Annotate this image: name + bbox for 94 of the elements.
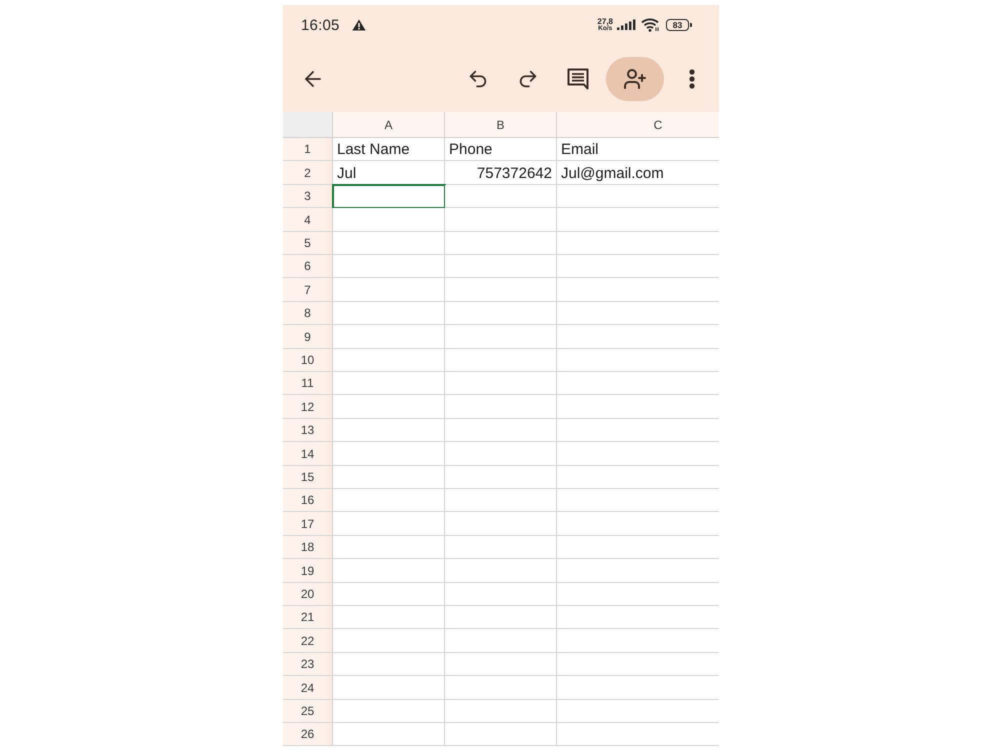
- warning-icon: [352, 19, 366, 31]
- table-cell[interactable]: [445, 536, 557, 559]
- row-header[interactable]: 20: [283, 583, 333, 606]
- table-cell[interactable]: [445, 676, 557, 700]
- table-cell[interactable]: [333, 442, 445, 466]
- table-cell[interactable]: [333, 723, 445, 746]
- more-icon: [689, 68, 695, 88]
- row-header[interactable]: 15: [283, 466, 333, 489]
- table-cell[interactable]: Phone: [445, 138, 557, 161]
- table-cell[interactable]: [333, 700, 445, 723]
- column-header[interactable]: A: [333, 112, 445, 138]
- row-header[interactable]: 14: [283, 442, 333, 466]
- add-person-icon: [623, 66, 647, 90]
- table-cell[interactable]: [445, 629, 557, 653]
- share-button[interactable]: [606, 56, 664, 100]
- row-header[interactable]: 4: [283, 208, 333, 232]
- table-cell[interactable]: [333, 629, 445, 653]
- table-cell[interactable]: [333, 255, 445, 278]
- network-speed: 27,8: [597, 18, 613, 25]
- table-cell[interactable]: Last Name: [333, 138, 445, 161]
- row-header[interactable]: 5: [283, 232, 333, 255]
- table-cell[interactable]: [445, 278, 557, 302]
- row-header[interactable]: 10: [283, 349, 333, 372]
- table-cell[interactable]: [333, 419, 445, 442]
- row-header[interactable]: 1: [283, 138, 333, 161]
- row-header[interactable]: 18: [283, 536, 333, 559]
- signal-icon: [617, 19, 636, 31]
- table-cell[interactable]: 757372642: [445, 161, 557, 185]
- table-cell[interactable]: [333, 512, 445, 536]
- row-header[interactable]: 26: [283, 723, 333, 746]
- table-cell[interactable]: [445, 700, 557, 723]
- selected-cell[interactable]: [333, 185, 445, 208]
- table-cell[interactable]: [445, 349, 557, 372]
- table-cell[interactable]: [333, 278, 445, 302]
- table-cell[interactable]: [333, 583, 445, 606]
- table-cell[interactable]: [333, 395, 445, 419]
- table-cell[interactable]: [445, 302, 557, 325]
- table-cell[interactable]: [445, 466, 557, 489]
- row-header[interactable]: 25: [283, 700, 333, 723]
- row-header[interactable]: 12: [283, 395, 333, 419]
- comment-icon: [566, 66, 590, 90]
- table-cell[interactable]: [333, 302, 445, 325]
- row-header[interactable]: 8: [283, 302, 333, 325]
- table-cell[interactable]: [333, 676, 445, 700]
- table-cell[interactable]: [445, 653, 557, 676]
- column-header[interactable]: C: [557, 112, 719, 138]
- table-cell[interactable]: [445, 395, 557, 419]
- row-header[interactable]: 24: [283, 676, 333, 700]
- table-cell[interactable]: [445, 512, 557, 536]
- table-cell[interactable]: [445, 489, 557, 512]
- row-header[interactable]: 7: [283, 278, 333, 302]
- table-cell[interactable]: [445, 208, 557, 232]
- table-cell[interactable]: [445, 255, 557, 278]
- table-cell[interactable]: [445, 185, 557, 208]
- table-cell[interactable]: [445, 372, 557, 395]
- table-cell[interactable]: [333, 232, 445, 255]
- row-header[interactable]: 19: [283, 559, 333, 583]
- table-cell[interactable]: [445, 419, 557, 442]
- table-cell[interactable]: [445, 232, 557, 255]
- undo-icon: [467, 68, 489, 90]
- row-header[interactable]: 3: [283, 185, 333, 208]
- table-cell[interactable]: [445, 606, 557, 629]
- table-cell[interactable]: [333, 325, 445, 349]
- table-cell[interactable]: [445, 583, 557, 606]
- table-cell[interactable]: [333, 208, 445, 232]
- table-cell[interactable]: [445, 442, 557, 466]
- row-header[interactable]: 6: [283, 255, 333, 278]
- table-cell[interactable]: [333, 536, 445, 559]
- battery-indicator: 83: [666, 19, 692, 31]
- row-header[interactable]: 9: [283, 325, 333, 349]
- row-header[interactable]: 21: [283, 606, 333, 629]
- select-all-corner[interactable]: [283, 112, 333, 138]
- table-cell[interactable]: [445, 325, 557, 349]
- row-header[interactable]: 17: [283, 512, 333, 536]
- row-header[interactable]: 16: [283, 489, 333, 512]
- status-time: 16:05: [301, 16, 340, 34]
- row-header[interactable]: 23: [283, 653, 333, 676]
- table-cell[interactable]: [333, 489, 445, 512]
- wifi-icon: [641, 18, 660, 32]
- table-cell[interactable]: [333, 606, 445, 629]
- row-header[interactable]: 2: [283, 161, 333, 185]
- table-cell[interactable]: [333, 349, 445, 372]
- table-cell[interactable]: [333, 653, 445, 676]
- row-header[interactable]: 11: [283, 372, 333, 395]
- column-header[interactable]: B: [445, 112, 557, 138]
- table-cell[interactable]: [445, 723, 557, 746]
- table-cell[interactable]: [445, 559, 557, 583]
- table-cell[interactable]: [333, 466, 445, 489]
- redo-icon: [517, 68, 539, 90]
- table-cell[interactable]: Jul: [333, 161, 445, 185]
- row-header[interactable]: 13: [283, 419, 333, 442]
- table-cell[interactable]: [333, 559, 445, 583]
- row-header[interactable]: 22: [283, 629, 333, 653]
- table-cell[interactable]: [333, 372, 445, 395]
